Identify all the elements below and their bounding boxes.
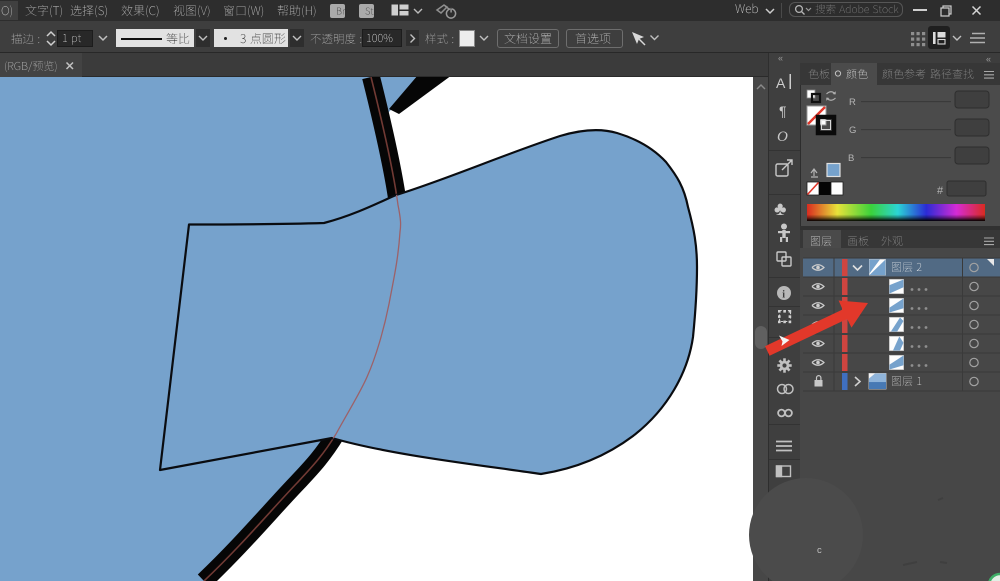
svg-text:c: c [817, 545, 822, 556]
